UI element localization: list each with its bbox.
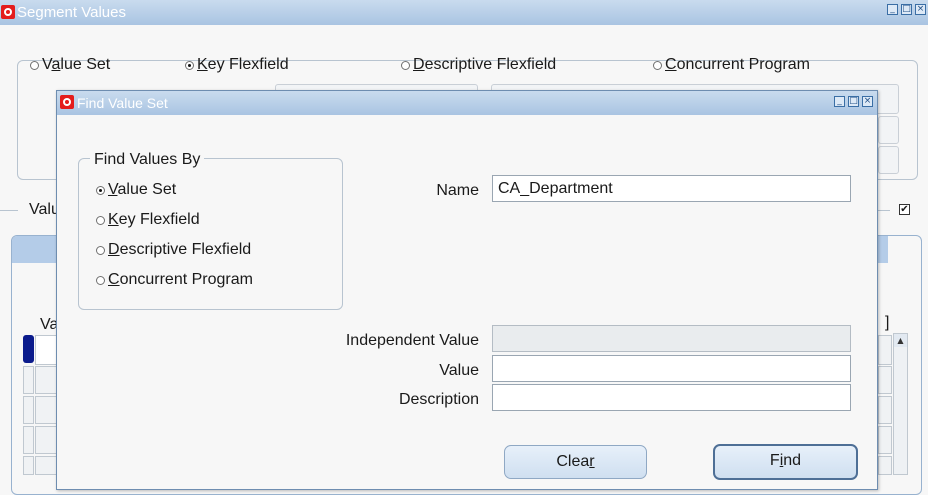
tab-header[interactable]: [12, 236, 57, 263]
close-icon[interactable]: ×: [862, 96, 873, 107]
dialog-titlebar[interactable]: Find Value Set _ □ ×: [57, 91, 877, 115]
find-radio-value-set[interactable]: Value Set: [96, 181, 176, 199]
row-indicator-current[interactable]: [23, 335, 34, 363]
clear-button[interactable]: Clear: [504, 445, 647, 479]
row-indicator[interactable]: [23, 366, 34, 394]
independent-value-input[interactable]: [492, 325, 851, 352]
minimize-icon[interactable]: _: [887, 4, 898, 15]
description-input[interactable]: [492, 384, 851, 411]
radio-concurrent-program[interactable]: Concurrent Program: [653, 56, 810, 74]
maximize-icon[interactable]: □: [901, 4, 912, 15]
name-input[interactable]: [492, 175, 851, 202]
grid-cell[interactable]: [35, 366, 57, 394]
grid-cell[interactable]: [878, 456, 892, 475]
find-radio-concurrent-program[interactable]: Concurrent Program: [96, 271, 253, 289]
radio-icon: [30, 60, 39, 70]
grid-cell[interactable]: [35, 426, 57, 454]
grid-cell[interactable]: [35, 396, 57, 424]
row-indicator[interactable]: [23, 396, 34, 424]
row-indicator[interactable]: [23, 426, 34, 454]
radio-selected-icon: [185, 60, 194, 70]
minimize-icon[interactable]: _: [834, 96, 845, 107]
description-label: Description: [398, 391, 479, 408]
values-separator: [0, 210, 18, 211]
find-values-by-title: Find Values By: [90, 151, 205, 169]
grid-cell[interactable]: [878, 366, 892, 394]
window-title: Segment Values: [17, 4, 126, 21]
value-label: Value: [439, 362, 479, 379]
radio-key-flexfield[interactable]: Key Flexfield: [185, 56, 289, 74]
radio-selected-icon: [96, 185, 105, 195]
dialog-title: Find Value Set: [77, 95, 168, 111]
radio-descriptive-flexfield[interactable]: Descriptive Flexfield: [401, 56, 556, 74]
radio-value-set[interactable]: Value Set: [30, 56, 110, 74]
oracle-logo-icon: [1, 5, 15, 19]
grid-cell[interactable]: [878, 396, 892, 424]
values-separator: [878, 210, 890, 211]
tab-header[interactable]: [878, 236, 888, 263]
independent-value-label: Independent Value: [345, 332, 479, 349]
radio-icon: [96, 275, 105, 285]
value-input[interactable]: [492, 355, 851, 382]
name-label: Name: [436, 182, 479, 199]
checkbox-checked-icon[interactable]: ✔: [899, 204, 910, 215]
grid-bracket: ]: [885, 314, 890, 331]
grid-cell[interactable]: [878, 335, 892, 365]
radio-icon: [96, 215, 105, 225]
vertical-scrollbar[interactable]: [893, 333, 908, 475]
bg-field[interactable]: [878, 146, 899, 174]
find-value-set-dialog: Find Value Set _ □ × Find Values By Valu…: [56, 90, 878, 490]
oracle-logo-icon: [60, 95, 74, 109]
row-indicator[interactable]: [23, 456, 34, 475]
close-icon[interactable]: ×: [915, 4, 926, 15]
window-controls: _ □ ×: [887, 4, 926, 15]
find-radio-key-flexfield[interactable]: Key Flexfield: [96, 211, 200, 229]
dialog-window-controls: _ □ ×: [834, 96, 873, 107]
bg-field[interactable]: [878, 116, 899, 144]
radio-icon: [401, 60, 410, 70]
maximize-icon[interactable]: □: [848, 96, 859, 107]
scroll-up-icon[interactable]: ▲: [894, 334, 907, 347]
grid-cell[interactable]: [35, 456, 57, 475]
grid-cell[interactable]: [878, 426, 892, 454]
radio-icon: [653, 60, 662, 70]
grid-cell[interactable]: [35, 335, 57, 365]
radio-icon: [96, 245, 105, 255]
segment-values-titlebar[interactable]: Segment Values _ □ ×: [0, 0, 928, 25]
find-radio-descriptive-flexfield[interactable]: Descriptive Flexfield: [96, 241, 251, 259]
